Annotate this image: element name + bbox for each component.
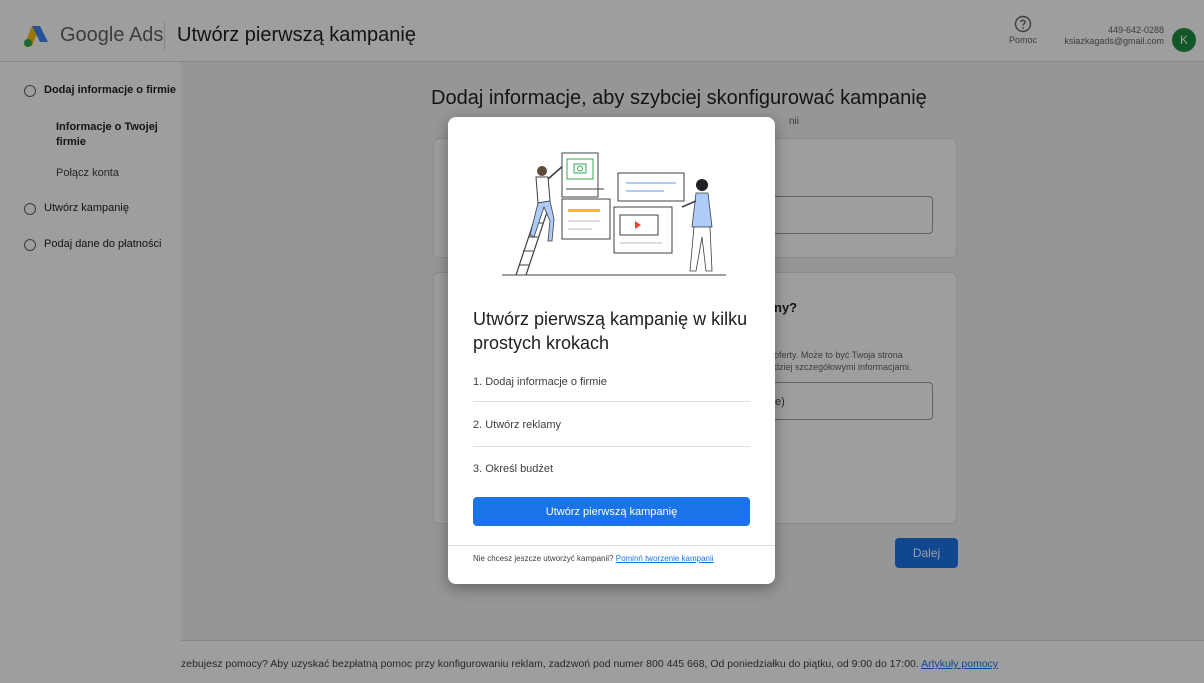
dialog-footer-text: Nie chcesz jeszcze utworzyć kampanii? — [473, 554, 614, 563]
dialog-step-3: 3. Określ budżet — [473, 463, 554, 475]
dialog-step-2: 2. Utwórz reklamy — [473, 419, 562, 431]
campaign-intro-dialog: Utwórz pierwszą kampanię w kilku prostyc… — [448, 117, 775, 584]
dialog-step-1: 1. Dodaj informacje o firmie — [473, 376, 607, 388]
dialog-divider — [473, 446, 750, 447]
dialog-title: Utwórz pierwszą kampanię w kilku prostyc… — [473, 309, 748, 353]
dialog-footer-divider — [448, 545, 775, 546]
skip-campaign-link[interactable]: Pominń tworzenie kampanii — [616, 554, 714, 563]
illustration-icon — [502, 152, 726, 276]
dialog-divider — [473, 401, 750, 402]
dialog-footer: Nie chcesz jeszcze utworzyć kampanii? Po… — [473, 554, 743, 564]
create-first-campaign-button[interactable]: Utwórz pierwszą kampanię — [473, 497, 750, 526]
